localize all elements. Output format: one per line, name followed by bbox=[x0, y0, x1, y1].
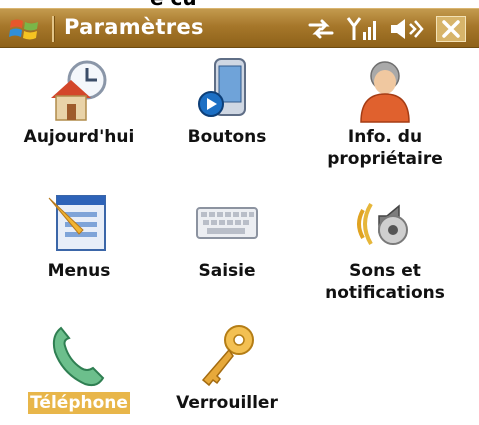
item-label: Saisie bbox=[198, 261, 256, 281]
item-label: Aujourd'hui bbox=[23, 127, 135, 147]
close-button[interactable] bbox=[436, 16, 466, 42]
settings-item-owner-info[interactable]: Info. du propriétaire bbox=[310, 56, 460, 170]
item-label: Sons et notifications bbox=[325, 261, 445, 303]
settings-item-phone[interactable]: Téléphone bbox=[4, 322, 154, 414]
item-label: Téléphone bbox=[28, 392, 130, 414]
settings-item-menus[interactable]: Menus bbox=[4, 190, 154, 282]
clipped-header-text: e cu bbox=[0, 0, 479, 8]
input-keyboard-icon bbox=[196, 207, 258, 239]
title-separator bbox=[52, 16, 55, 42]
settings-item-buttons[interactable]: Boutons bbox=[152, 56, 302, 148]
close-icon bbox=[442, 20, 460, 38]
item-label: Info. du propriétaire bbox=[327, 127, 443, 169]
item-label: Verrouiller bbox=[176, 393, 278, 413]
title-bar: Paramètres bbox=[0, 8, 479, 48]
phone-handset-icon bbox=[52, 326, 105, 387]
connectivity-icon[interactable] bbox=[306, 16, 336, 42]
item-label: Boutons bbox=[187, 127, 267, 147]
settings-item-lock[interactable]: Verrouiller bbox=[152, 322, 302, 414]
volume-icon[interactable] bbox=[388, 16, 424, 42]
buttons-device-icon bbox=[198, 58, 246, 117]
owner-info-person-icon bbox=[360, 61, 410, 123]
windows-start-icon[interactable] bbox=[8, 15, 42, 43]
window-title: Paramètres bbox=[64, 15, 204, 39]
menus-window-icon bbox=[48, 195, 106, 251]
today-house-clock-icon bbox=[51, 60, 107, 121]
signal-icon[interactable] bbox=[346, 16, 380, 42]
settings-item-sounds[interactable]: Sons et notifications bbox=[310, 190, 460, 304]
sounds-notifications-icon bbox=[357, 202, 408, 246]
lock-key-icon bbox=[201, 325, 254, 387]
item-label: Menus bbox=[47, 261, 111, 281]
settings-item-today[interactable]: Aujourd'hui bbox=[4, 56, 154, 148]
settings-item-input[interactable]: Saisie bbox=[152, 190, 302, 282]
